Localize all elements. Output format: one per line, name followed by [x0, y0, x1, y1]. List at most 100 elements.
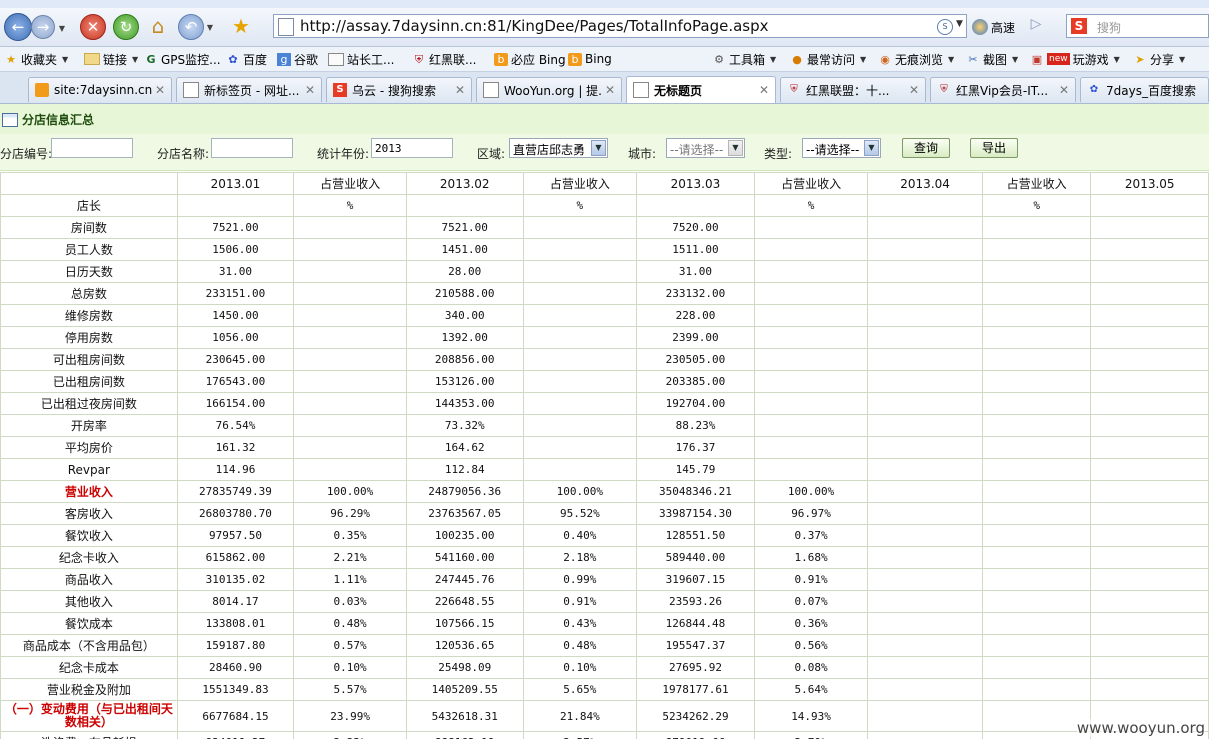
- close-icon[interactable]: ✕: [603, 83, 617, 97]
- close-icon[interactable]: ✕: [1057, 83, 1071, 97]
- sogou-tab-icon: S: [333, 83, 347, 97]
- address-bar[interactable]: http://assay.7daysinn.cn:81/KingDee/Page…: [273, 14, 967, 38]
- bookmark-frequent[interactable]: ● 最常访问 ▼: [790, 50, 866, 68]
- bookmark-webmaster[interactable]: 站长工...: [328, 50, 394, 68]
- table-cell: [1090, 392, 1209, 415]
- stop-x-icon[interactable]: ✕: [80, 14, 106, 40]
- bookmark-links[interactable]: 链接 ▼: [84, 50, 138, 68]
- table-cell: [522, 260, 638, 283]
- table-cell: 0.57%: [293, 634, 407, 657]
- table-cell: [867, 700, 983, 732]
- bing-icon: b: [568, 52, 582, 66]
- table-cell: 0.10%: [522, 656, 638, 679]
- refresh-icon[interactable]: ↻: [113, 14, 139, 40]
- query-button[interactable]: 查询: [902, 138, 950, 158]
- table-cell: 166154.00: [176, 392, 295, 415]
- tab-hongheilian[interactable]: ⛨ 红黑联盟：十... ✕: [780, 77, 926, 102]
- table-cell: [867, 370, 983, 393]
- undo-chevron-down-icon[interactable]: ▼: [204, 21, 216, 33]
- table-cell: 226648.55: [405, 590, 524, 613]
- go-play-icon[interactable]: ▷: [1026, 16, 1046, 38]
- bookmark-gps[interactable]: G GPS监控...: [144, 50, 220, 68]
- table-cell: [981, 502, 1092, 525]
- home-icon[interactable]: ⌂: [145, 13, 171, 39]
- bookmark-screenshot[interactable]: ✂ 截图 ▼: [966, 50, 1018, 68]
- address-chevron-down-icon[interactable]: ▼: [956, 19, 963, 29]
- table-cell: 0.91%: [522, 590, 638, 613]
- bookmark-label: 链接: [103, 52, 128, 67]
- table-cell: 192704.00: [636, 392, 755, 415]
- region-select[interactable]: 直营店邱志勇 ▼: [509, 138, 608, 158]
- address-url[interactable]: http://assay.7daysinn.cn:81/KingDee/Page…: [300, 17, 769, 35]
- bookmark-hongheilian[interactable]: ⛨ 红黑联...: [412, 50, 477, 68]
- chevron-down-icon[interactable]: ▼: [728, 140, 743, 156]
- tab-untitled-active[interactable]: 无标题页 ✕: [626, 76, 776, 103]
- table-cell: 114.96: [176, 458, 295, 481]
- bookmark-incognito[interactable]: ◉ 无痕浏览 ▼: [878, 50, 954, 68]
- year-input[interactable]: [371, 138, 453, 158]
- table-cell: [293, 370, 407, 393]
- table-cell: 5234262.29: [636, 700, 755, 732]
- chevron-down-icon[interactable]: ▼: [591, 140, 606, 156]
- city-select[interactable]: --请选择-- ▼: [666, 138, 745, 158]
- table-cell: [867, 590, 983, 613]
- close-icon[interactable]: ✕: [907, 83, 921, 97]
- bookmark-bing-cn[interactable]: b 必应 Bing: [494, 50, 566, 68]
- security-shield-icon[interactable]: S: [937, 19, 953, 35]
- table-cell: [1090, 260, 1209, 283]
- table-cell: 100.00%: [753, 480, 869, 503]
- history-chevron-down-icon[interactable]: ▼: [55, 21, 69, 35]
- table-cell: 8014.17: [176, 590, 295, 613]
- speed-mode-button[interactable]: 高速: [972, 16, 1015, 38]
- bookmark-bing[interactable]: b Bing: [568, 50, 612, 68]
- city-selected-value: --请选择--: [670, 143, 724, 157]
- table-row: （一）变动费用（与已出租间天数相关） 6677684.15 23.99% 543261…: [0, 700, 1209, 732]
- summary-table: 2013.01 占营业收入 2013.02 占营业收入 2013.03 占营业收入 2013…: [0, 172, 1209, 739]
- bookmark-google[interactable]: g 谷歌: [277, 50, 318, 68]
- close-icon[interactable]: ✕: [757, 83, 771, 97]
- bookmark-baidu[interactable]: ✿ 百度: [226, 50, 267, 68]
- bookmark-favorites[interactable]: ★ 收藏夹 ▼: [4, 50, 68, 68]
- tab-wooyun-search[interactable]: S 乌云 - 搜狗搜索 ✕: [326, 77, 472, 102]
- back-arrow-icon[interactable]: ←: [4, 13, 32, 41]
- bookmark-toolbox[interactable]: ⚙ 工具箱 ▼: [712, 50, 776, 68]
- table-cell: 14.93%: [753, 700, 869, 732]
- tab-7days-baidu[interactable]: ✿ 7days_百度搜索: [1080, 77, 1209, 102]
- table-cell: [1090, 216, 1209, 239]
- table-cell: 541160.00: [405, 546, 524, 569]
- table-row: 店长%%%%: [0, 194, 1209, 217]
- tab-wooyun-org[interactable]: WooYun.org | 提... ✕: [476, 77, 622, 102]
- store-name-input[interactable]: [211, 138, 293, 158]
- bookmark-share[interactable]: ➤ 分享 ▼: [1133, 50, 1185, 68]
- type-selected-value: --请选择--: [806, 143, 860, 157]
- bookmark-games[interactable]: ▣ new 玩游戏 ▼: [1030, 50, 1120, 68]
- table-row: 可出租房间数 230645.00 208856.00 230505.00: [0, 348, 1209, 371]
- close-icon[interactable]: ✕: [453, 83, 467, 97]
- close-icon[interactable]: ✕: [303, 83, 317, 97]
- store-code-input[interactable]: [51, 138, 133, 158]
- type-select[interactable]: --请选择-- ▼: [802, 138, 881, 158]
- tab-new-tab[interactable]: 新标签页 - 网址... ✕: [176, 77, 322, 102]
- table-cell: [981, 524, 1092, 547]
- table-row: 总房数 233151.00 210588.00 233132.00: [0, 282, 1209, 305]
- table-row: 其他收入 8014.17 0.03% 226648.55 0.91% 23593.26 0.…: [0, 590, 1209, 613]
- table-cell: 95.52%: [522, 502, 638, 525]
- chevron-down-icon[interactable]: ▼: [864, 140, 879, 156]
- export-button[interactable]: 导出: [970, 138, 1018, 158]
- sogou-logo-icon[interactable]: S: [1071, 18, 1087, 34]
- tab-honghei-vip[interactable]: ⛨ 红黑Vip会员-IT... ✕: [930, 77, 1076, 102]
- favorite-star-icon[interactable]: ★: [228, 13, 254, 39]
- store-code-label: 分店编号:: [0, 147, 53, 161]
- tab-site-search[interactable]: site:7daysinn.cn ... ✕: [28, 77, 172, 102]
- tab-label: 新标签页 - 网址...: [204, 83, 300, 98]
- sogou-tab-icon: [35, 83, 49, 97]
- table-cell: 100235.00: [405, 524, 524, 547]
- forward-arrow-icon[interactable]: →: [31, 15, 55, 39]
- region-label: 区域:: [477, 147, 506, 161]
- table-row: 商品成本（不含用品包） 159187.80 0.57% 120536.65 0.48% 1…: [0, 634, 1209, 657]
- search-box[interactable]: S 搜狗: [1066, 14, 1209, 38]
- bookmark-label: 百度: [243, 52, 268, 67]
- undo-close-tab-icon[interactable]: ↶: [178, 14, 204, 40]
- table-cell: [981, 348, 1092, 371]
- close-icon[interactable]: ✕: [153, 83, 167, 97]
